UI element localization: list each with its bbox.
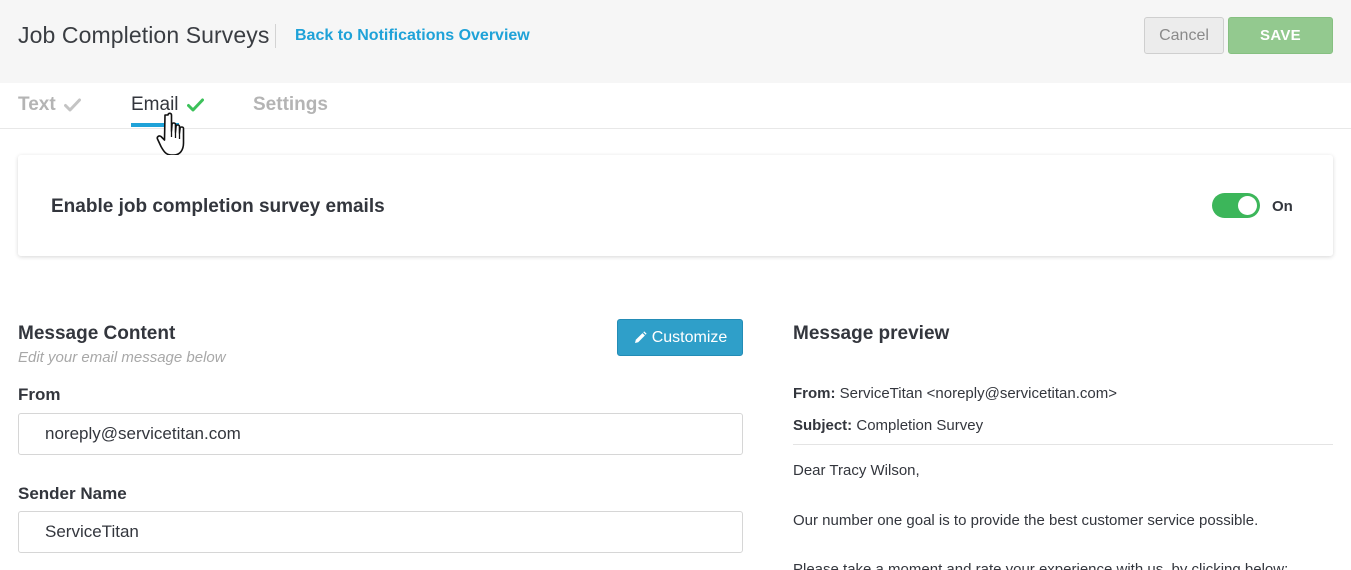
enable-survey-card: Enable job completion survey emails On (18, 155, 1333, 256)
pencil-icon (634, 330, 647, 343)
customize-button[interactable]: Customize (617, 319, 743, 356)
hand-pointer-icon (156, 112, 185, 156)
message-content-subtitle: Edit your email message below (18, 349, 226, 366)
tab-settings[interactable]: Settings (253, 94, 328, 116)
check-icon (186, 98, 204, 112)
preview-from-value: ServiceTitan <noreply@servicetitan.com> (835, 385, 1117, 402)
tab-bar: Text Email Settings (0, 83, 1351, 129)
sender-name-label: Sender Name (18, 484, 127, 503)
page-header: Job Completion Surveys Back to Notificat… (0, 0, 1351, 83)
tab-text[interactable]: Text (18, 94, 81, 116)
message-content-title: Message Content (18, 323, 176, 344)
from-label: From (18, 385, 61, 404)
preview-subject-value: Completion Survey (852, 417, 984, 434)
cancel-button[interactable]: Cancel (1144, 17, 1224, 54)
check-icon (63, 98, 81, 112)
enable-survey-toggle[interactable] (1212, 193, 1260, 218)
preview-subject: Subject: Completion Survey (793, 417, 983, 434)
tab-text-label: Text (18, 94, 56, 115)
preview-greeting: Dear Tracy Wilson, (793, 462, 920, 479)
enable-survey-label: Enable job completion survey emails (51, 196, 385, 217)
preview-subject-key: Subject: (793, 417, 853, 434)
page-title: Job Completion Surveys (18, 22, 270, 48)
save-button[interactable]: SAVE (1228, 17, 1333, 54)
tab-settings-label: Settings (253, 94, 328, 115)
title-divider (275, 24, 276, 48)
back-to-notifications-link[interactable]: Back to Notifications Overview (295, 27, 530, 45)
message-preview-title: Message preview (793, 323, 950, 344)
preview-body-line-2: Please take a moment and rate your exper… (793, 561, 1289, 570)
customize-button-label: Customize (651, 328, 728, 346)
preview-from-key: From: (793, 385, 836, 402)
toggle-state-label: On (1272, 198, 1293, 215)
preview-divider (793, 444, 1333, 445)
preview-from: From: ServiceTitan <noreply@servicetitan… (793, 385, 1117, 402)
preview-body-line: Our number one goal is to provide the be… (793, 512, 1259, 529)
toggle-knob (1238, 196, 1257, 215)
sender-name-input[interactable] (18, 511, 743, 553)
from-input[interactable] (18, 413, 743, 455)
